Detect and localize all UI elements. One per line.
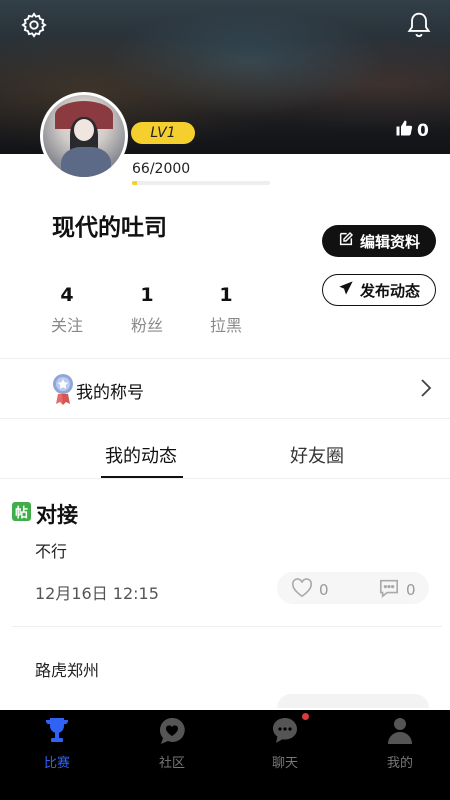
nav-label-me: 我的: [386, 756, 413, 771]
bottom-nav: 比赛 社区 聊天 我的: [0, 710, 450, 800]
tab-my-posts[interactable]: 我的动态: [105, 442, 177, 468]
like-button[interactable]: 0: [291, 578, 329, 602]
edit-profile-button[interactable]: 编辑资料: [322, 225, 436, 257]
nav-label-chat: 聊天: [271, 756, 298, 771]
thumbs-up-icon: [395, 119, 413, 142]
bell-icon: [406, 11, 432, 43]
level-badge: LV1: [131, 122, 195, 144]
nav-label-community: 社区: [158, 756, 185, 771]
publish-post-label: 发布动态: [359, 281, 420, 300]
divider: [12, 626, 442, 627]
post-timestamp: 12月16日 12:15: [35, 584, 159, 603]
post-title: 对接: [36, 503, 78, 527]
gear-icon: [20, 11, 48, 43]
chat-bubble-icon: [271, 718, 299, 750]
chat-unread-badge: [302, 713, 309, 720]
stat-followers-label: 粉丝: [130, 316, 163, 335]
nav-item-community[interactable]: 社区: [132, 716, 212, 771]
send-icon: [338, 280, 354, 300]
tab-friends-circle[interactable]: 好友圈: [290, 442, 344, 468]
user-icon: [387, 718, 413, 750]
settings-button[interactable]: [19, 12, 49, 42]
divider: [0, 358, 450, 359]
exp-progress-fill: [132, 181, 137, 185]
stat-following-label: 关注: [50, 316, 83, 335]
my-title-label: 我的称号: [76, 383, 144, 403]
chevron-right-icon: [420, 378, 432, 402]
stat-blocked[interactable]: 1 拉黑: [196, 284, 256, 336]
edit-profile-label: 编辑资料: [359, 232, 420, 251]
medal-icon: [52, 372, 74, 410]
heart-chat-icon: [158, 717, 186, 750]
post-actions: [277, 694, 429, 708]
stat-blocked-label: 拉黑: [209, 316, 242, 335]
feed-tabs: 我的动态 好友圈: [0, 420, 450, 478]
post-body: 不行: [35, 542, 68, 561]
stat-following[interactable]: 4 关注: [37, 284, 97, 336]
avatar-face: [74, 119, 94, 141]
my-title-row[interactable]: 我的称号: [0, 360, 450, 418]
comment-button[interactable]: 0: [378, 578, 416, 602]
exp-text: 66/2000: [132, 161, 191, 177]
stat-followers-value: 1: [140, 284, 154, 306]
stat-following-value: 4: [60, 284, 74, 306]
heart-icon: [291, 578, 313, 602]
publish-post-button[interactable]: 发布动态: [322, 274, 436, 306]
post-body[interactable]: 路虎郑州: [35, 657, 99, 681]
nav-item-match[interactable]: 比赛: [17, 716, 97, 771]
avatar-body: [61, 147, 111, 177]
edit-icon: [338, 231, 354, 251]
like-count: 0: [319, 581, 329, 599]
likes-counter[interactable]: 0: [395, 119, 429, 142]
exp-progress-bar: [132, 181, 270, 185]
nav-label-match: 比赛: [43, 756, 70, 771]
post-actions: 0 0: [277, 572, 429, 604]
comment-icon: [378, 578, 400, 602]
post-type-tag: 帖: [12, 502, 31, 521]
likes-count: 0: [417, 120, 429, 141]
nav-item-me[interactable]: 我的: [360, 716, 440, 771]
nickname: 现代的吐司: [52, 215, 167, 241]
notifications-button[interactable]: [404, 12, 434, 42]
avatar[interactable]: [40, 92, 128, 180]
divider: [0, 418, 450, 419]
comment-count: 0: [406, 581, 416, 599]
divider: [0, 478, 450, 479]
trophy-icon: [44, 718, 70, 750]
nav-item-chat[interactable]: 聊天: [245, 716, 325, 771]
stat-blocked-value: 1: [219, 284, 233, 306]
stat-followers[interactable]: 1 粉丝: [117, 284, 177, 336]
